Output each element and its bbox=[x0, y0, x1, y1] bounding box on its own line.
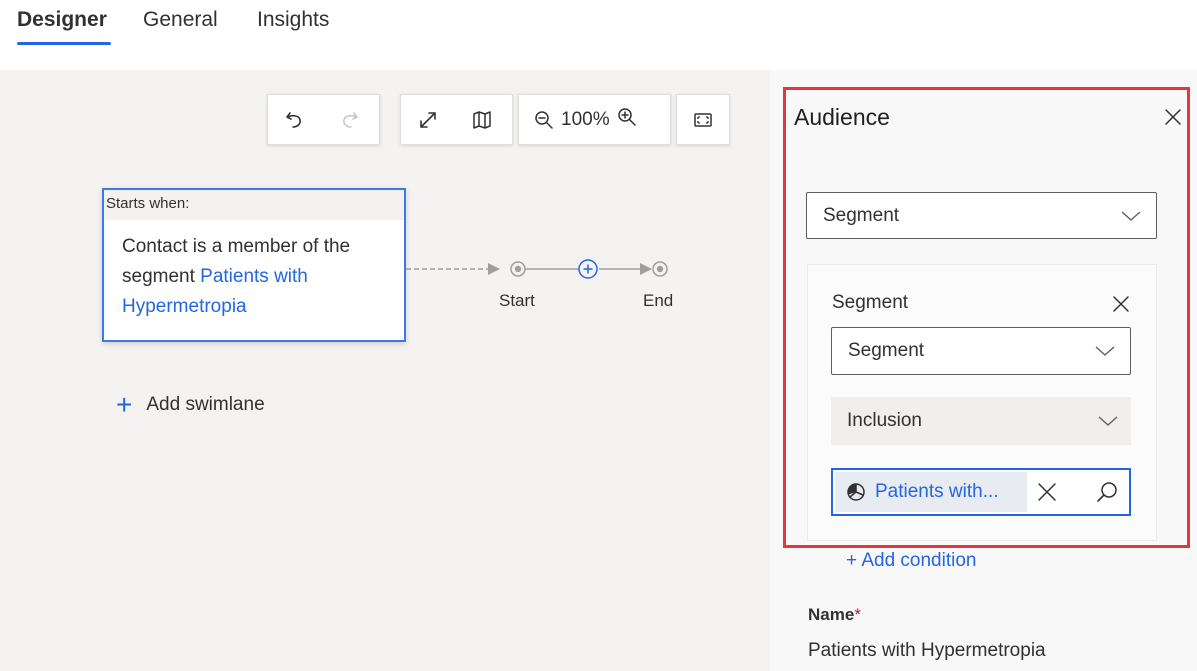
fit-group bbox=[676, 94, 730, 145]
zoom-group: 100% bbox=[518, 94, 671, 145]
segment-pie-icon bbox=[847, 483, 865, 501]
add-condition-link[interactable]: + Add condition bbox=[846, 550, 976, 572]
flow-connector bbox=[406, 261, 668, 277]
segment-source-select[interactable]: Segment bbox=[831, 327, 1131, 375]
map-icon bbox=[473, 110, 491, 129]
plus-icon: + bbox=[116, 389, 133, 420]
name-field-value: Patients with Hypermetropia bbox=[808, 640, 1046, 661]
audience-type-value: Segment bbox=[823, 204, 900, 226]
close-icon[interactable] bbox=[1160, 104, 1186, 130]
top-tab-bar: Designer General Insights bbox=[0, 0, 1197, 70]
remove-segment-icon[interactable] bbox=[1110, 293, 1132, 315]
inclusion-select[interactable]: Inclusion bbox=[831, 397, 1131, 445]
expand-button[interactable] bbox=[401, 95, 455, 144]
selected-segment-label: Patients with... bbox=[875, 481, 999, 502]
zoom-out-icon bbox=[535, 110, 553, 129]
close-icon bbox=[1038, 483, 1056, 501]
trigger-description: Contact is a member of the segment Patie… bbox=[122, 232, 392, 322]
zoom-in-button[interactable] bbox=[616, 106, 646, 133]
zoom-level: 100% bbox=[561, 108, 610, 130]
segment-group-label: Segment bbox=[832, 292, 909, 313]
chevron-down-icon bbox=[1098, 416, 1118, 426]
chevron-down-icon bbox=[1095, 346, 1115, 356]
start-label: Start bbox=[499, 291, 535, 310]
view-group bbox=[400, 94, 513, 145]
selected-segment-chip[interactable]: Patients with... bbox=[835, 472, 1027, 512]
fit-screen-icon bbox=[694, 112, 712, 127]
add-step-icon[interactable] bbox=[576, 258, 600, 282]
panel-title: Audience bbox=[794, 104, 890, 130]
journey-canvas[interactable]: 100% Starts when: Contact is a member of… bbox=[0, 70, 770, 671]
fit-to-screen-button[interactable] bbox=[677, 95, 729, 144]
zoom-out-button[interactable] bbox=[519, 109, 555, 131]
trigger-card[interactable]: Starts when: Contact is a member of the … bbox=[102, 188, 406, 342]
zoom-in-icon bbox=[617, 108, 636, 126]
chevron-down-icon bbox=[1121, 210, 1141, 221]
minimap-button[interactable] bbox=[455, 95, 509, 144]
undo-button[interactable] bbox=[268, 95, 322, 144]
expand-icon bbox=[420, 111, 436, 128]
redo-icon bbox=[343, 111, 358, 128]
redo-button[interactable] bbox=[322, 95, 376, 144]
undo-icon bbox=[286, 111, 301, 128]
tab-designer[interactable]: Designer bbox=[17, 8, 107, 32]
trigger-header: Starts when: bbox=[104, 190, 404, 220]
search-icon bbox=[1097, 482, 1117, 502]
end-label: End bbox=[643, 291, 674, 310]
tab-insights[interactable]: Insights bbox=[257, 8, 329, 32]
segment-source-value: Segment bbox=[848, 340, 925, 361]
required-marker: * bbox=[854, 605, 861, 624]
add-swimlane-button[interactable]: + Add swimlane bbox=[116, 390, 265, 420]
add-swimlane-label: Add swimlane bbox=[146, 394, 265, 415]
undo-redo-group bbox=[267, 94, 380, 145]
name-label-text: Name bbox=[808, 605, 855, 624]
clear-segment-button[interactable] bbox=[1029, 474, 1065, 510]
inclusion-value: Inclusion bbox=[847, 410, 922, 431]
audience-type-select[interactable]: Segment bbox=[806, 192, 1157, 239]
lookup-search-button[interactable] bbox=[1091, 476, 1123, 508]
tab-general[interactable]: General bbox=[143, 8, 218, 32]
name-field-label: Name* bbox=[808, 605, 861, 625]
active-tab-indicator bbox=[17, 42, 111, 45]
segment-lookup-field[interactable]: Patients with... bbox=[831, 468, 1131, 516]
